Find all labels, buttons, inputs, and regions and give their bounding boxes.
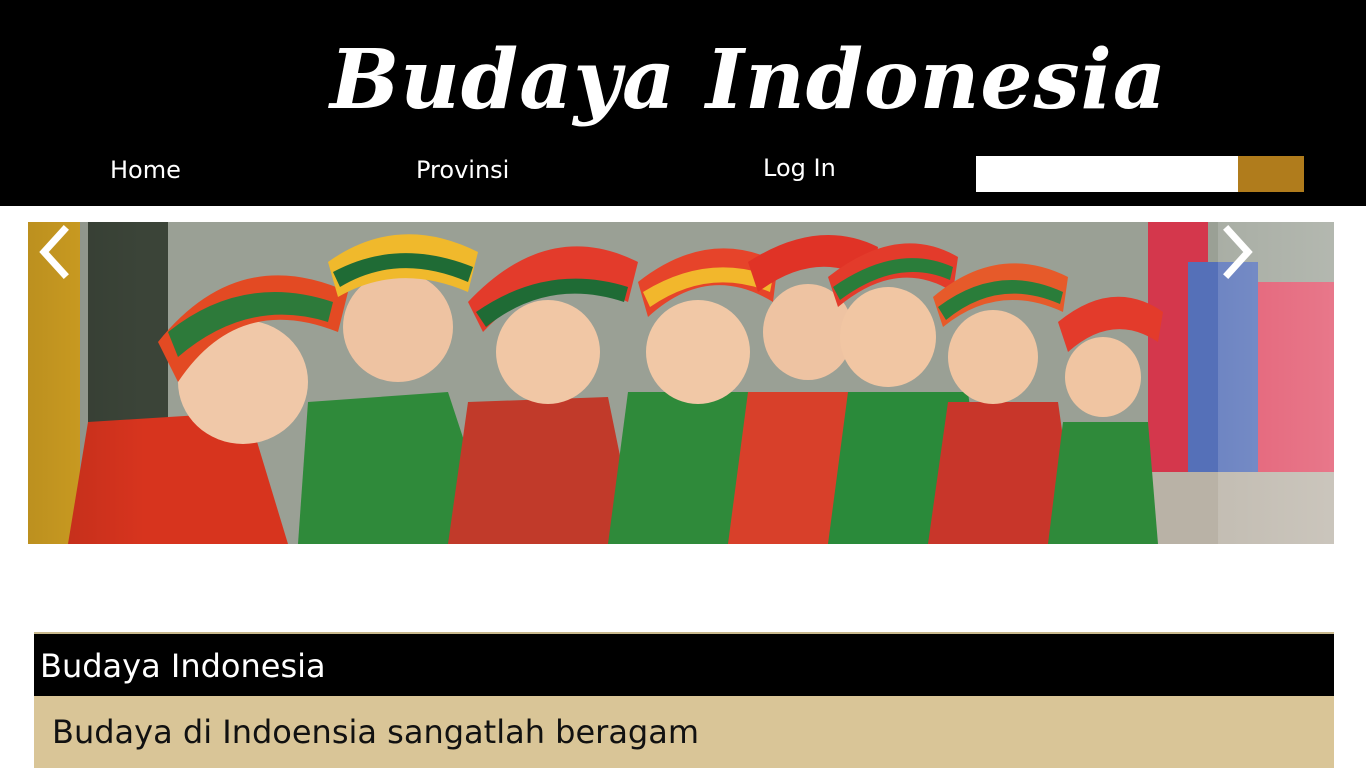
nav-provinsi-link[interactable]: Provinsi <box>416 152 509 188</box>
carousel-next-button[interactable] <box>1218 222 1334 544</box>
section-header: Budaya Indonesia <box>34 632 1334 696</box>
site-logo-title[interactable]: Budaya Indonesia <box>330 24 1166 136</box>
carousel-prev-button[interactable] <box>28 222 144 544</box>
hero-carousel <box>28 222 1334 544</box>
section-title: Budaya Indonesia <box>40 647 326 685</box>
section-text: Budaya di Indoensia sangatlah beragam <box>52 713 700 751</box>
site-header: Budaya Indonesia Home Provinsi Log In <box>0 0 1366 206</box>
search-button[interactable] <box>1238 156 1304 192</box>
nav-home-link[interactable]: Home <box>110 152 181 188</box>
chevron-left-icon <box>39 225 69 279</box>
section-body: Budaya di Indoensia sangatlah beragam <box>34 696 1334 768</box>
nav-login-link[interactable]: Log In <box>763 150 836 186</box>
chevron-right-icon <box>1223 225 1253 279</box>
hero-image <box>28 222 1334 544</box>
search-input[interactable] <box>976 156 1238 192</box>
